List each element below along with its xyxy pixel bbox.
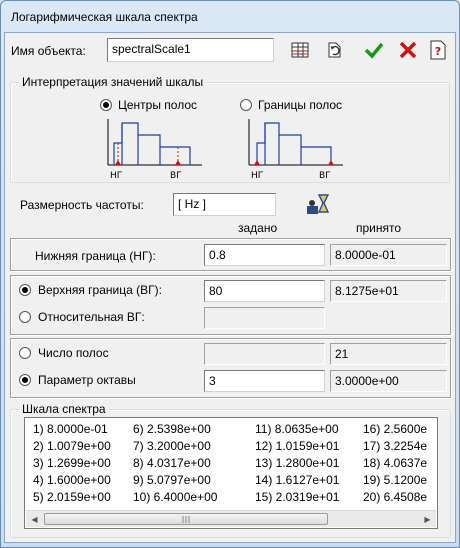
help-icon[interactable]: ?	[426, 38, 450, 62]
relative-upper-label: Относительная ВГ:	[38, 310, 145, 324]
boundaries-diagram-low: НГ	[251, 171, 263, 181]
lower-bound-given-input[interactable]: 0.8	[204, 244, 325, 266]
upper-bound-label: Верхняя граница (ВГ):	[38, 283, 162, 297]
band-count-accepted-value: 21	[330, 343, 447, 365]
centers-label: Центры полос	[118, 98, 198, 112]
octave-param-radio[interactable]	[19, 374, 31, 386]
given-column-header: задано	[238, 221, 278, 235]
spectrum-value: 6) 2.5398e+00	[133, 422, 211, 436]
horizontal-scrollbar[interactable]: ◀ ▶	[26, 510, 436, 527]
octave-param-given-input[interactable]: 3	[204, 370, 325, 392]
dialog-client-area: Имя объекта: spectralScale1 ? Интерпрета…	[4, 32, 456, 543]
scroll-thumb[interactable]	[44, 513, 328, 525]
centers-diagram: НГ ВГ	[107, 119, 202, 181]
lower-bound-label: Нижняя граница (НГ):	[35, 249, 156, 263]
scroll-right-icon[interactable]: ▶	[419, 511, 436, 527]
spectrum-legend: Шкала спектра	[19, 402, 109, 416]
spectrum-value: 18) 4.0637e	[363, 456, 428, 470]
upper-bound-accepted-value: 8.1275e+01	[330, 280, 447, 302]
boundaries-diagram-high: ВГ	[319, 171, 331, 181]
upper-bound-given-input[interactable]: 80	[204, 280, 325, 302]
upper-bound-panel: Верхняя граница (ВГ): 80 8.1275e+01 Отно…	[10, 275, 451, 335]
relative-upper-radio[interactable]	[19, 311, 31, 323]
boundaries-label: Границы полос	[258, 98, 343, 112]
spectrum-value: 16) 2.5600e	[363, 422, 428, 436]
spectrum-value: 12) 1.0159e+01	[255, 439, 340, 453]
spectrum-value: 15) 2.0319e+01	[255, 490, 340, 504]
lower-bound-accepted-value: 8.0000e-01	[330, 244, 447, 266]
spectrum-list[interactable]: 1) 8.0000e-01 6) 2.5398e+00 11) 8.0635e+00…	[24, 417, 438, 529]
boundaries-radio[interactable]	[240, 99, 252, 111]
octave-param-accepted-value: 3.0000e+00	[330, 370, 447, 392]
spectrum-value: 7) 3.2000e+00	[133, 439, 211, 453]
spectrum-value: 10) 6.4000e+00	[133, 490, 218, 504]
spectrum-value: 14) 1.6127e+01	[255, 473, 340, 487]
spectrum-value: 1) 8.0000e-01	[33, 422, 108, 436]
svg-text:?: ?	[435, 45, 441, 58]
spectrum-value: 3) 1.2699e+00	[33, 456, 111, 470]
frequency-unit-label: Размерность частоты:	[20, 198, 144, 212]
object-name-label: Имя объекта:	[11, 44, 86, 58]
object-name-input[interactable]: spectralScale1	[107, 38, 274, 62]
spectrum-value: 5) 2.0159e+00	[33, 490, 111, 504]
spectrum-value: 2) 1.0079e+00	[33, 439, 111, 453]
centers-diagram-high: ВГ	[170, 171, 182, 181]
spectrum-value: 4) 1.6000e+00	[33, 473, 111, 487]
window-title: Логарифмическая шкала спектра	[11, 10, 198, 24]
boundaries-diagram: НГ ВГ	[248, 119, 343, 181]
spectrum-value: 8) 4.0317e+00	[133, 456, 211, 470]
octave-param-label: Параметр октавы	[38, 373, 136, 387]
hourglass-icon[interactable]	[306, 192, 330, 216]
cancel-x-icon[interactable]	[396, 38, 420, 62]
scroll-left-icon[interactable]: ◀	[26, 511, 43, 527]
ok-check-icon[interactable]	[362, 38, 386, 62]
frequency-unit-input[interactable]: [ Hz ]	[173, 193, 276, 216]
relative-upper-given-input[interactable]	[204, 307, 325, 329]
band-count-given-input[interactable]	[204, 343, 325, 365]
centers-diagram-low: НГ	[110, 171, 122, 181]
spectrum-value: 13) 1.2800e+01	[255, 456, 340, 470]
interpretation-group: Интерпретация значений шкалы Центры поло…	[10, 75, 450, 183]
spectrum-value: 20) 6.4508e	[363, 490, 428, 504]
bands-panel: Число полос 21 Параметр октавы 3 3.0000e…	[10, 338, 451, 398]
reset-icon[interactable]	[323, 38, 347, 62]
dialog-window: Логарифмическая шкала спектра Имя объект…	[0, 0, 460, 548]
spectrum-value: 19) 5.1200e	[363, 473, 428, 487]
table-icon[interactable]	[288, 38, 312, 62]
spectrum-value: 17) 3.2254e	[363, 439, 428, 453]
accepted-column-header: принято	[356, 221, 402, 235]
upper-bound-radio[interactable]	[19, 284, 31, 296]
interpretation-legend: Интерпретация значений шкалы	[19, 75, 207, 89]
lower-bound-panel: Нижняя граница (НГ): 0.8 8.0000e-01	[10, 238, 451, 271]
band-count-radio[interactable]	[19, 347, 31, 359]
band-count-label: Число полос	[38, 346, 109, 360]
spectrum-value: 11) 8.0635e+00	[255, 422, 339, 436]
centers-radio[interactable]	[100, 99, 112, 111]
spectrum-value: 9) 5.0797e+00	[133, 473, 211, 487]
